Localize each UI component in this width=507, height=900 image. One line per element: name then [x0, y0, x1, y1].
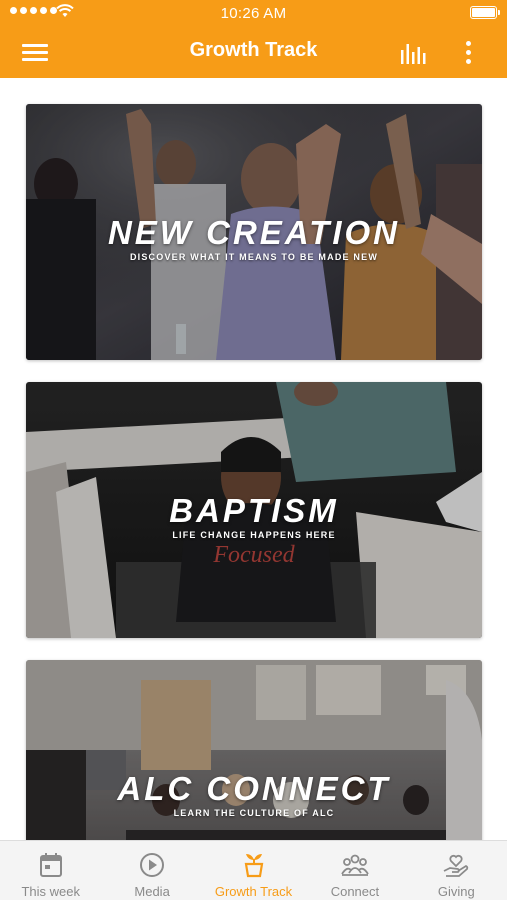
app-header: 10:26 AM Growth Track — [0, 0, 507, 78]
card-title: NEW CREATION — [107, 214, 401, 251]
tab-this-week[interactable]: This week — [0, 841, 101, 900]
tab-label: Media — [134, 884, 170, 899]
card-title: BAPTISM — [169, 492, 339, 529]
battery-icon — [470, 6, 500, 19]
equalizer-icon[interactable] — [397, 40, 431, 66]
tab-growth-track[interactable]: Growth Track — [203, 841, 304, 900]
card-subtitle: DISCOVER WHAT IT MEANS TO BE MADE NEW — [129, 252, 379, 262]
tab-label: This week — [21, 884, 80, 899]
sprout-icon — [244, 854, 263, 878]
baptism-card[interactable]: Focused BAPTISM LIFE CHANGE HAPPENS HERE — [26, 382, 482, 638]
status-bar: 10:26 AM — [0, 0, 507, 26]
tab-label: Growth Track — [214, 884, 293, 899]
tab-label: Connect — [330, 884, 380, 899]
card-title: ALC CONNECT — [117, 770, 391, 807]
people-icon — [341, 854, 369, 876]
navigation-bar: Growth Track — [0, 26, 507, 78]
more-options-button[interactable] — [458, 38, 478, 66]
card-subtitle: LEARN THE CULTURE OF ALC — [173, 808, 335, 818]
tab-media[interactable]: Media — [101, 841, 202, 900]
app-screen: 10:26 AM Growth Track NEW CREATION DISCO… — [0, 0, 507, 900]
tab-connect[interactable]: Connect — [304, 841, 405, 900]
growth-track-list[interactable]: NEW CREATION DISCOVER WHAT IT MEANS TO B… — [0, 78, 507, 840]
bottom-tab-bar: This week Media Growth Track Connect Giv… — [0, 840, 507, 900]
new-creation-card[interactable]: NEW CREATION DISCOVER WHAT IT MEANS TO B… — [26, 104, 482, 360]
tab-label: Giving — [437, 884, 475, 899]
tab-giving[interactable]: Giving — [406, 841, 507, 900]
status-time: 10:26 AM — [220, 5, 287, 22]
alc-connect-card[interactable]: ALC CONNECT LEARN THE CULTURE OF ALC — [26, 660, 482, 840]
calendar-icon — [39, 853, 62, 877]
play-icon — [140, 853, 165, 877]
hand-heart-icon — [443, 854, 469, 877]
card-subtitle: LIFE CHANGE HAPPENS HERE — [172, 530, 336, 540]
